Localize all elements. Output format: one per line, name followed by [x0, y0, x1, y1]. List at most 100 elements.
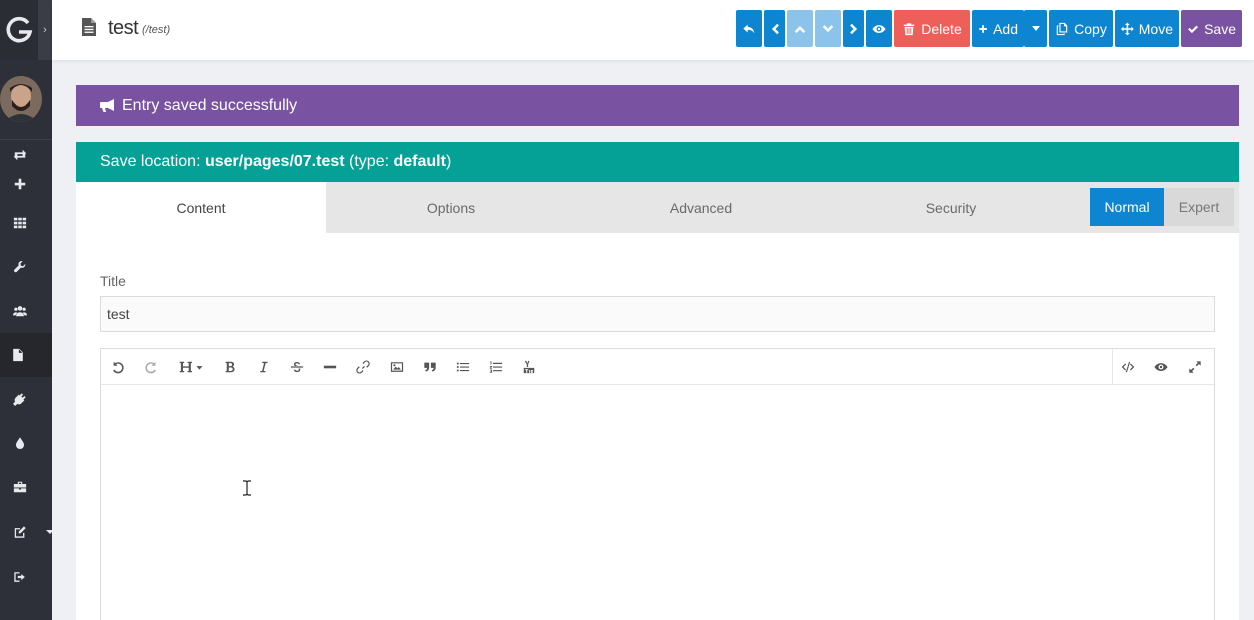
- trash-icon: [904, 22, 915, 35]
- youtube-button[interactable]: [520, 358, 538, 376]
- normal-mode-button[interactable]: Normal: [1090, 188, 1164, 226]
- expand-icon: [1189, 361, 1201, 373]
- location-prefix: Save location:: [100, 153, 205, 170]
- chevron-left-icon: [771, 23, 779, 34]
- wrench-icon: [14, 261, 26, 273]
- tab-security[interactable]: Security: [826, 182, 1076, 233]
- move-up-button[interactable]: [787, 10, 813, 47]
- drop-icon: [15, 437, 25, 450]
- markdown-editor[interactable]: [100, 348, 1215, 620]
- code-icon: [1121, 361, 1135, 373]
- strikethrough-icon: [290, 362, 304, 373]
- chevron-right-icon: [849, 23, 857, 34]
- notice-message: Entry saved successfully: [122, 96, 298, 114]
- sidebar: ›: [0, 0, 54, 620]
- success-notice: Entry saved successfully: [76, 85, 1239, 126]
- editor-toolbar: [101, 349, 1214, 385]
- sidebar-item-dashboard[interactable]: [0, 208, 40, 238]
- move-button[interactable]: Move: [1115, 10, 1179, 47]
- sidebar-expand-button[interactable]: ›: [38, 0, 52, 60]
- location-type-prefix: (type:: [344, 153, 394, 170]
- location-suffix: ): [445, 153, 452, 170]
- sidebar-item-refresh[interactable]: [0, 140, 40, 170]
- heading-dropdown[interactable]: [175, 358, 209, 376]
- page-title: test: [108, 17, 139, 39]
- copy-button-label: Copy: [1074, 20, 1107, 37]
- move-down-button[interactable]: [815, 10, 841, 47]
- code-view-button[interactable]: [1119, 358, 1137, 376]
- quote-button[interactable]: [421, 358, 439, 376]
- tab-advanced[interactable]: Advanced: [576, 182, 826, 233]
- tab-content[interactable]: Content: [76, 182, 326, 233]
- bold-icon: [225, 361, 235, 373]
- expert-mode-button[interactable]: Expert: [1164, 188, 1234, 226]
- delete-button[interactable]: Delete: [894, 10, 970, 47]
- move-button-label: Move: [1138, 20, 1173, 37]
- strikethrough-button[interactable]: [288, 358, 306, 376]
- preview-toggle-button[interactable]: [1152, 358, 1170, 376]
- tab-bar: Content Options Advanced Security Normal…: [76, 182, 1239, 233]
- sidebar-item-pages[interactable]: [0, 333, 52, 377]
- sidebar-item-users[interactable]: [0, 296, 40, 326]
- text-cursor-icon: [243, 480, 251, 496]
- image-icon: [390, 362, 404, 372]
- image-button[interactable]: [388, 358, 406, 376]
- avatar[interactable]: [0, 76, 42, 122]
- add-dropdown-button[interactable]: [1024, 10, 1047, 47]
- grav-logo-icon: [6, 16, 33, 43]
- plus-icon: [979, 24, 987, 33]
- title-input[interactable]: [100, 296, 1215, 332]
- heading-icon: [179, 361, 203, 373]
- mode-switch: Normal Expert: [1090, 188, 1234, 226]
- add-button[interactable]: Add: [972, 10, 1024, 47]
- reply-icon: [743, 24, 755, 33]
- page-route: (/test): [142, 24, 171, 36]
- sidebar-item-tools[interactable]: [0, 472, 40, 502]
- preview-button[interactable]: [866, 10, 892, 47]
- toolbar-divider: [1112, 349, 1113, 385]
- eye-icon: [872, 24, 886, 33]
- sidebar-item-themes[interactable]: [0, 428, 40, 458]
- add-button-label: Add: [993, 20, 1018, 37]
- caret-down-icon: [1031, 26, 1040, 31]
- italic-icon: [260, 361, 268, 373]
- redo-icon: [145, 361, 156, 374]
- plus-icon: [14, 178, 26, 190]
- caret-down-icon: [46, 530, 54, 534]
- bullhorn-icon: [100, 98, 114, 112]
- italic-button[interactable]: [255, 358, 273, 376]
- location-type: default: [393, 153, 446, 170]
- unordered-list-button[interactable]: [454, 358, 472, 376]
- sidebar-item-editor[interactable]: [0, 517, 40, 547]
- check-icon: [1188, 25, 1198, 33]
- horizontal-rule-button[interactable]: [321, 358, 339, 376]
- chevron-down-icon: [822, 24, 834, 32]
- link-icon: [356, 360, 370, 374]
- ordered-list-icon: [489, 361, 503, 373]
- toolbar: Delete Add Copy Move Save: [736, 10, 1242, 47]
- sidebar-item-add[interactable]: [0, 169, 40, 199]
- edit-icon: [14, 526, 26, 538]
- sidebar-item-logout[interactable]: [0, 562, 40, 592]
- users-icon: [13, 306, 27, 317]
- back-button[interactable]: [736, 10, 762, 47]
- chevron-up-icon: [794, 25, 806, 33]
- next-button[interactable]: [843, 10, 864, 47]
- header: test (/test) Delete Add Copy Move Save: [52, 0, 1254, 60]
- sidebar-item-plugins[interactable]: [0, 384, 40, 414]
- previous-button[interactable]: [764, 10, 785, 47]
- bold-button[interactable]: [221, 358, 239, 376]
- save-button[interactable]: Save: [1181, 10, 1242, 47]
- sidebar-item-configuration[interactable]: [0, 252, 40, 282]
- link-button[interactable]: [354, 358, 372, 376]
- briefcase-icon: [13, 481, 27, 493]
- copy-button[interactable]: Copy: [1049, 10, 1113, 47]
- tab-options[interactable]: Options: [326, 182, 576, 233]
- list-icon: [456, 362, 470, 372]
- undo-button[interactable]: [109, 358, 127, 376]
- redo-button[interactable]: [142, 358, 160, 376]
- fullscreen-button[interactable]: [1186, 358, 1204, 376]
- logo[interactable]: [0, 0, 38, 60]
- ordered-list-button[interactable]: [487, 358, 505, 376]
- delete-button-label: Delete: [921, 20, 962, 37]
